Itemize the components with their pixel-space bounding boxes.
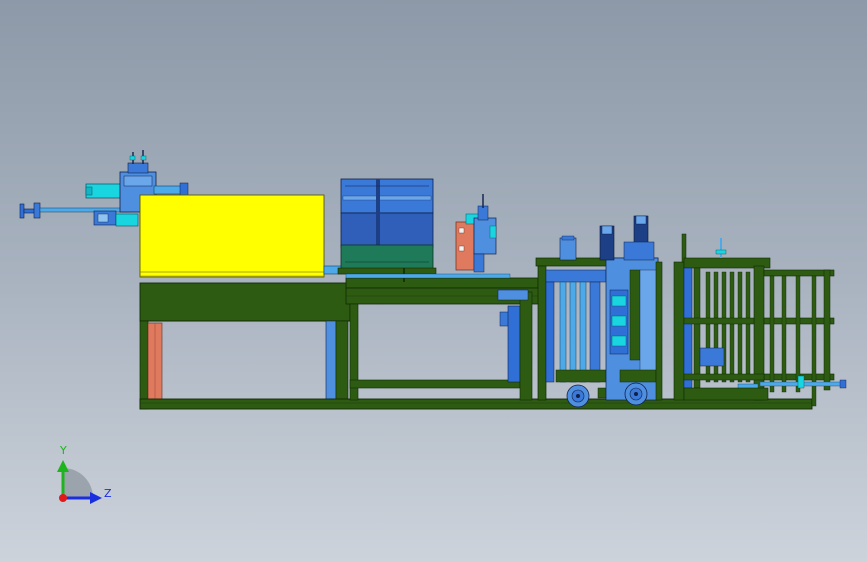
press-column xyxy=(535,215,663,408)
stacking-cage xyxy=(673,233,847,407)
conveyor-bed xyxy=(323,265,547,401)
z-axis-label: Z xyxy=(104,487,112,500)
machine-assembly-view[interactable]: Y Z xyxy=(0,0,867,562)
cutter-head xyxy=(455,194,497,273)
cad-viewport[interactable]: Y Z xyxy=(0,0,867,562)
y-axis-label: Y xyxy=(59,444,67,457)
triad-origin xyxy=(59,494,67,502)
triad-quadrant-shade xyxy=(63,468,93,498)
left-frame xyxy=(139,282,351,410)
coordinate-triad: Y Z xyxy=(57,444,112,504)
base-rail xyxy=(139,398,813,410)
yellow-housing xyxy=(139,194,325,278)
